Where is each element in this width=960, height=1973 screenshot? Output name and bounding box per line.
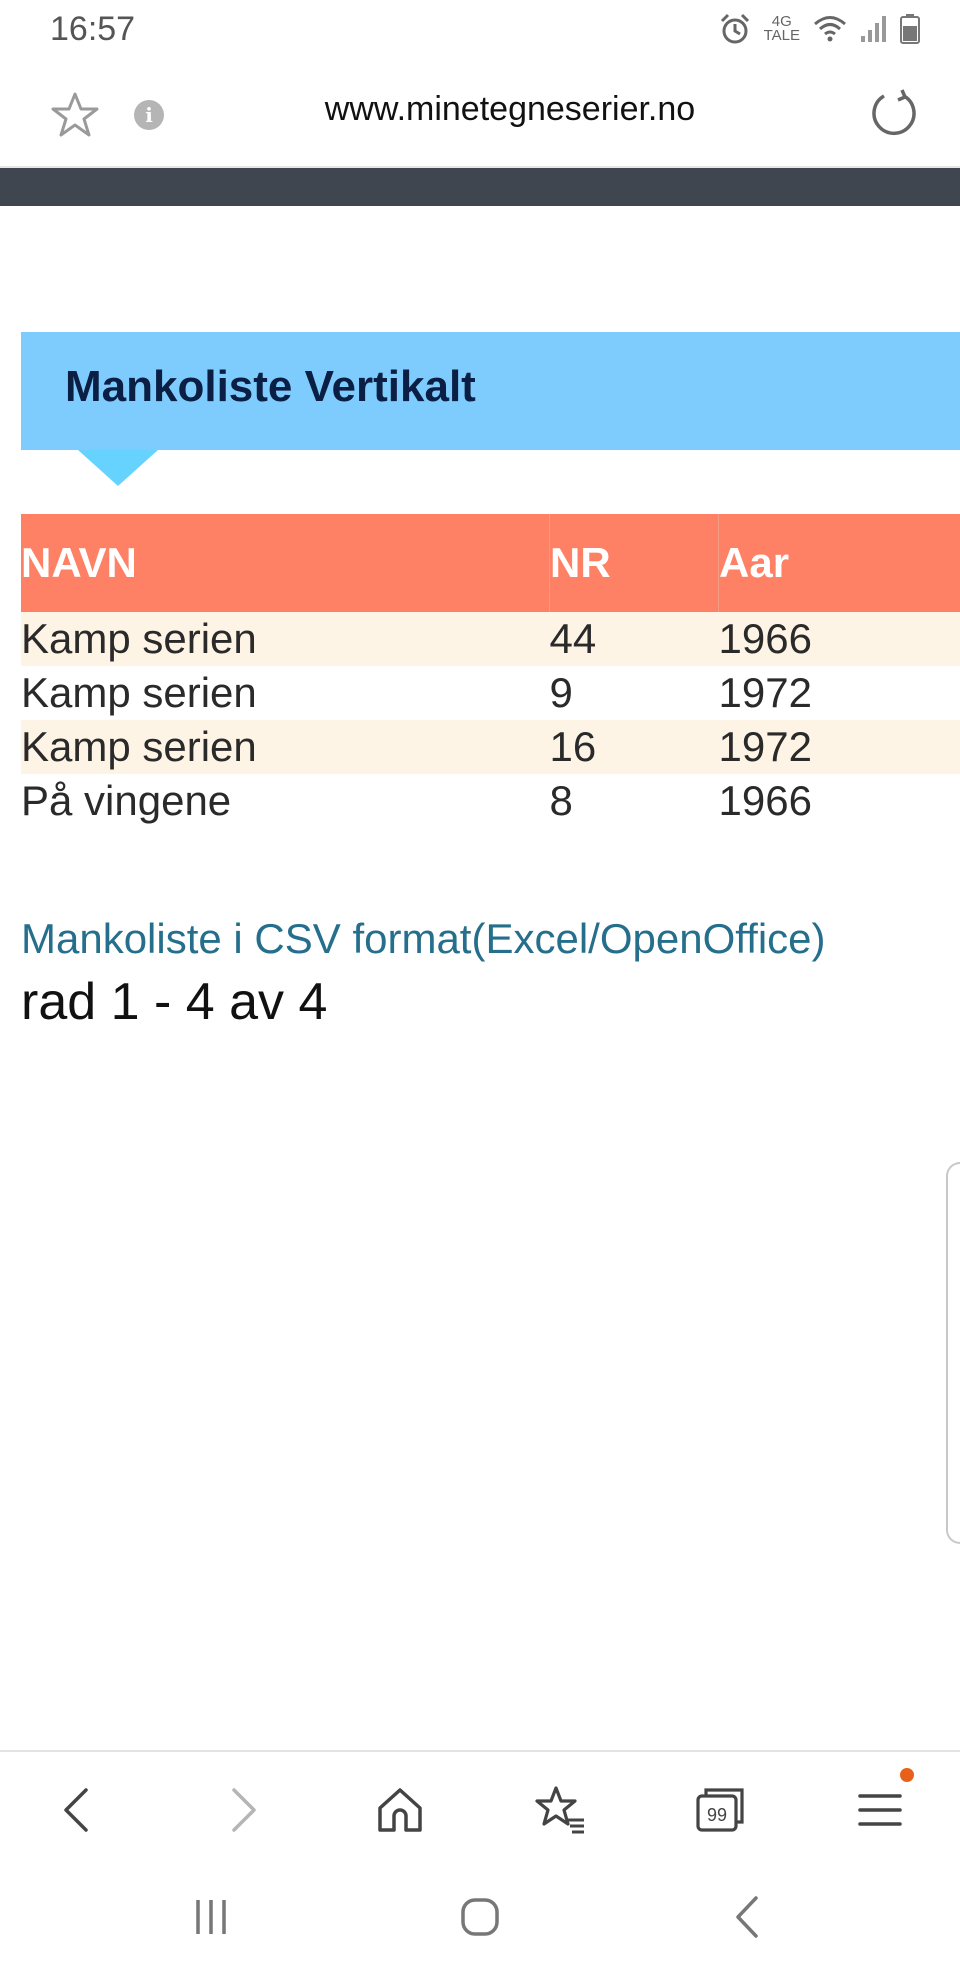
header-navn[interactable]: NAVN (21, 514, 550, 612)
cell-navn: Kamp serien (21, 669, 257, 716)
browser-url-bar: i www.minetegneserier.no (0, 62, 960, 169)
back-icon[interactable] (50, 1782, 106, 1838)
table-header-row: NAVN NR Aar (21, 514, 960, 612)
home-nav-icon[interactable] (455, 1892, 505, 1942)
table-row: Kamp serien 44 1966 (21, 612, 960, 666)
tabs-button[interactable]: 99 (692, 1782, 748, 1838)
tabs-count: 99 (707, 1805, 727, 1825)
status-icons: 4G TALE (718, 12, 920, 46)
recent-apps-icon[interactable] (186, 1892, 236, 1942)
cell-aar: 1966 (718, 777, 812, 824)
cell-aar: 1972 (718, 669, 812, 716)
cell-aar: 1972 (718, 720, 960, 774)
back-nav-icon[interactable] (724, 1892, 774, 1942)
header-nr[interactable]: NR (549, 514, 719, 612)
cell-nr: 16 (549, 720, 719, 774)
cell-navn: Kamp serien (21, 612, 550, 666)
table-row: Kamp serien 9 1972 (21, 666, 960, 720)
notification-dot (900, 1768, 914, 1782)
alarm-icon (720, 13, 749, 44)
cell-nr: 8 (549, 777, 573, 824)
heading-arrow (78, 450, 158, 486)
scroll-handle[interactable] (946, 1162, 960, 1544)
table-row: Kamp serien 16 1972 (21, 720, 960, 774)
cell-aar: 1966 (718, 612, 960, 666)
header-aar[interactable]: Aar (718, 514, 960, 612)
cell-navn: På vingene (21, 777, 232, 824)
page-heading-box: Mankoliste Vertikalt (21, 332, 960, 450)
network-sub: TALE (763, 27, 800, 44)
table-row: På vingene 8 1966 (21, 774, 960, 828)
signal-icon (861, 16, 886, 42)
battery-icon (900, 14, 920, 44)
home-icon[interactable] (372, 1782, 428, 1838)
status-time: 16:57 (50, 10, 136, 48)
row-count: rad 1 - 4 av 4 (21, 973, 328, 1031)
reload-icon[interactable] (868, 88, 920, 140)
star-icon[interactable] (50, 90, 100, 140)
csv-export-link[interactable]: Mankoliste i CSV format(Excel/OpenOffice… (21, 915, 826, 963)
cell-nr: 9 (549, 669, 573, 716)
want-list-table: NAVN NR Aar Kamp serien 44 1966 Kamp ser… (21, 514, 960, 828)
network-4g-tale: 4G TALE (763, 14, 800, 44)
cell-nr: 44 (549, 612, 719, 666)
cell-navn: Kamp serien (21, 720, 550, 774)
info-icon[interactable]: i (134, 100, 164, 130)
forward-icon[interactable] (214, 1782, 270, 1838)
menu-icon (858, 1794, 902, 1826)
browser-toolbar: 99 (0, 1750, 960, 1864)
page-title: Mankoliste Vertikalt (65, 362, 476, 411)
url-text[interactable]: www.minetegneserier.no (200, 90, 820, 129)
status-bar: 16:57 4G TALE (0, 0, 960, 62)
tabs-icon: 99 (696, 1788, 744, 1832)
menu-button[interactable] (852, 1768, 914, 1838)
system-nav-bar (0, 1862, 960, 1973)
wifi-icon (814, 16, 846, 42)
bookmarks-icon[interactable] (532, 1782, 588, 1838)
site-header-bar (0, 168, 960, 206)
